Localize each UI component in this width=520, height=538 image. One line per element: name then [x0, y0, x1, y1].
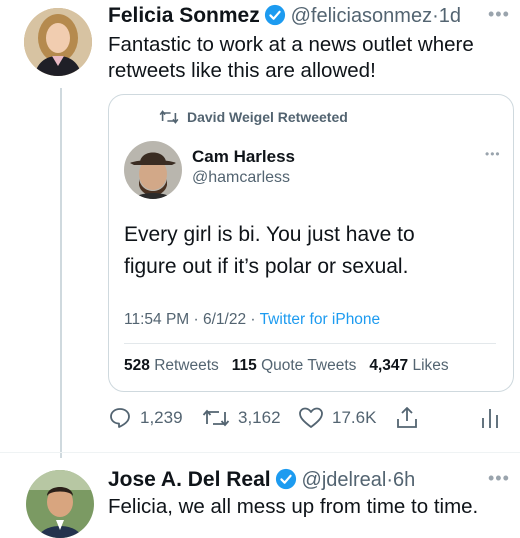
tweet-text: Fantastic to work at a news outlet where… [108, 32, 513, 84]
tweet-header: Felicia Sonmez @feliciasonmez·1d [108, 4, 513, 30]
quoted-timestamp-row: 11:54 PM · 6/1/22 · Twitter for iPhone [124, 311, 380, 329]
quoted-text-line: figure out if it’s polar or sexual. [124, 255, 409, 278]
retweeted-by: David Weigel Retweeted [159, 109, 348, 125]
tweet-text-line: retweets like this are allowed! [108, 59, 376, 82]
quoted-timestamp[interactable]: 11:54 PM · 6/1/22 · [124, 311, 256, 328]
verified-badge-icon [265, 4, 286, 26]
retweet-icon [202, 409, 230, 427]
share-icon [397, 407, 417, 428]
reply-action[interactable]: 1,239 [108, 406, 183, 430]
author-name[interactable]: Felicia Sonmez [108, 4, 260, 27]
heart-icon [299, 407, 323, 428]
time-separator: · [432, 5, 439, 27]
reply-more-options-icon[interactable]: ••• [488, 468, 510, 489]
reply-icon [110, 408, 130, 428]
share-button[interactable] [394, 405, 420, 436]
tweet-time[interactable]: 1d [439, 5, 461, 27]
likes-count: 4,347 [369, 357, 409, 374]
quoted-author-name[interactable]: Cam Harless [192, 147, 295, 167]
analytics-button[interactable] [480, 406, 502, 435]
reply-header: Jose A. Del Real @jdelreal·6h [108, 468, 488, 494]
reply-author-handle[interactable]: @jdelreal [302, 469, 387, 491]
reply-time-separator: · [386, 469, 394, 491]
reply-author-name[interactable]: Jose A. Del Real [108, 468, 271, 491]
like-action[interactable]: 17.6K [298, 406, 376, 430]
quoted-tweet-text: Every girl is bi. You just have to figur… [124, 219, 504, 283]
likes-stat[interactable]: 4,347 Likes [369, 357, 448, 374]
thread-line [60, 88, 62, 458]
tweet-source-link[interactable]: Twitter for iPhone [260, 311, 381, 328]
retweet-count: 3,162 [238, 408, 281, 427]
quoted-stats-row: 528 Retweets 115 Quote Tweets 4,347 Like… [124, 357, 449, 375]
avatar[interactable] [24, 8, 92, 76]
quoted-text-line: Every girl is bi. You just have to [124, 223, 415, 246]
verified-badge-icon [276, 468, 297, 490]
quoted-author-handle[interactable]: @hamcarless [192, 169, 290, 187]
quoted-more-options-icon[interactable]: ••• [485, 147, 501, 161]
quoted-tweet-card[interactable]: David Weigel Retweeted Cam Harless @hamc… [108, 94, 514, 392]
retweets-stat[interactable]: 528 Retweets [124, 357, 219, 374]
avatar-photo [24, 8, 92, 76]
likes-label: Likes [412, 357, 449, 374]
like-count: 17.6K [332, 408, 377, 427]
more-options-icon[interactable]: ••• [488, 4, 510, 25]
quoted-divider [124, 343, 496, 344]
retweets-count: 528 [124, 357, 150, 374]
analytics-icon [482, 409, 498, 428]
retweets-label: Retweets [154, 357, 219, 374]
retweeted-by-label[interactable]: David Weigel Retweeted [187, 109, 348, 125]
retweet-action[interactable]: 3,162 [202, 406, 281, 430]
quote-tweets-stat[interactable]: 115 Quote Tweets [232, 357, 357, 374]
tweet-divider [0, 452, 520, 453]
author-handle[interactable]: @feliciasonmez [291, 5, 432, 27]
quote-tweets-label: Quote Tweets [261, 357, 357, 374]
reply-count: 1,239 [140, 408, 183, 427]
reply-text: Felicia, we all mess up from time to tim… [108, 495, 479, 518]
reply-avatar[interactable] [26, 470, 94, 538]
tweet-text-line: Fantastic to work at a news outlet where [108, 33, 474, 56]
quote-tweets-count: 115 [231, 357, 257, 374]
reply-time[interactable]: 6h [393, 469, 415, 491]
reply-avatar-photo [26, 470, 94, 538]
retweet-icon [159, 110, 179, 124]
quoted-avatar[interactable] [124, 141, 182, 199]
quoted-avatar-photo [124, 141, 182, 199]
